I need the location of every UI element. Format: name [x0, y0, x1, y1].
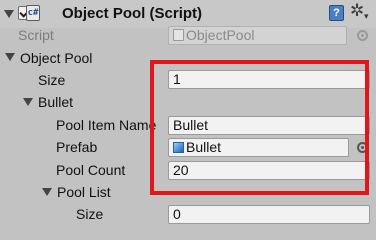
pool-item-name-input[interactable]: Bullet [168, 116, 370, 135]
pool-count-label: Pool Count [56, 162, 126, 178]
csharp-script-icon: c# [26, 5, 40, 21]
component-title: Object Pool (Script) [62, 5, 203, 22]
script-value: ObjectPool [186, 27, 255, 43]
script-object-picker-icon [357, 30, 368, 41]
pool-list-foldout-arrow-icon[interactable] [42, 188, 52, 196]
object-pool-foldout-arrow-icon[interactable] [5, 53, 15, 61]
prefab-field[interactable]: Bullet [168, 138, 349, 157]
script-field: ObjectPool [168, 26, 347, 45]
prefab-label: Prefab [56, 139, 98, 155]
pool-item-name-label: Pool Item Name [56, 117, 157, 133]
prefab-object-picker-icon[interactable] [357, 142, 368, 153]
gear-icon[interactable]: ✲ [350, 2, 364, 20]
pool-count-input[interactable]: 20 [168, 161, 370, 180]
bullet-label[interactable]: Bullet [38, 92, 73, 112]
size-input[interactable]: 1 [168, 70, 370, 89]
size-label: Size [38, 72, 66, 88]
pool-list-label[interactable]: Pool List [57, 182, 111, 202]
pool-list-size-input[interactable]: 0 [168, 205, 370, 224]
prefab-value: Bullet [186, 139, 222, 155]
component-foldout-arrow-icon[interactable] [4, 10, 14, 18]
csharp-file-icon [173, 29, 184, 41]
bullet-foldout-arrow-icon[interactable] [23, 98, 33, 106]
pool-list-size-label: Size [76, 206, 104, 222]
object-pool-label[interactable]: Object Pool [20, 48, 92, 68]
prefab-cube-icon [173, 142, 184, 153]
script-label: Script [18, 27, 54, 43]
chevron-down-icon[interactable]: ▾ [364, 10, 369, 22]
help-book-icon[interactable]: ? [329, 5, 344, 21]
